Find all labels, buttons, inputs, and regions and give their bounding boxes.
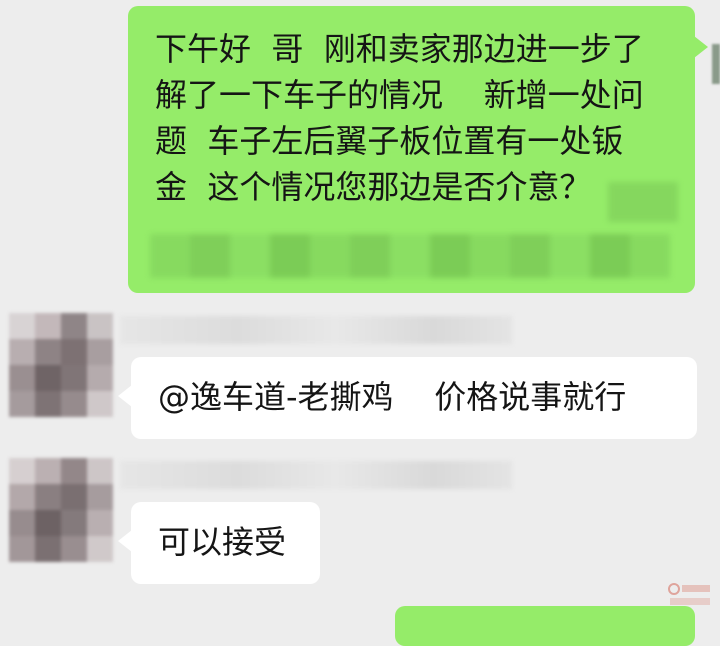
message-line: 题 车子左后翼子板位置有一处钣 — [155, 122, 624, 160]
redacted-text-blur — [608, 182, 678, 222]
outgoing-message-bubble-partial[interactable] — [395, 606, 695, 646]
message-text: @逸车道-老撕鸡 价格说事就行 — [158, 378, 627, 416]
sender-name-redacted — [120, 461, 512, 489]
bubble-tail — [694, 36, 708, 58]
avatar[interactable] — [9, 313, 113, 417]
watermark-icon — [666, 580, 714, 610]
message-line: 下午好 哥 刚和卖家那边进一步了 — [155, 30, 644, 68]
incoming-message-bubble[interactable]: 可以接受 — [131, 502, 320, 584]
bubble-tail — [118, 385, 132, 407]
bubble-tail — [118, 530, 132, 552]
side-avatar-partial — [712, 44, 720, 84]
avatar[interactable] — [9, 458, 113, 562]
outgoing-message-bubble[interactable]: 下午好 哥 刚和卖家那边进一步了 解了一下车子的情况 新增一处问 题 车子左后翼… — [128, 6, 695, 293]
incoming-message-bubble[interactable]: @逸车道-老撕鸡 价格说事就行 — [131, 357, 697, 439]
redacted-text-blur — [150, 234, 670, 278]
sender-name-redacted — [120, 316, 512, 344]
message-text: 可以接受 — [158, 523, 287, 561]
message-line: 解了一下车子的情况 新增一处问 — [155, 76, 644, 114]
